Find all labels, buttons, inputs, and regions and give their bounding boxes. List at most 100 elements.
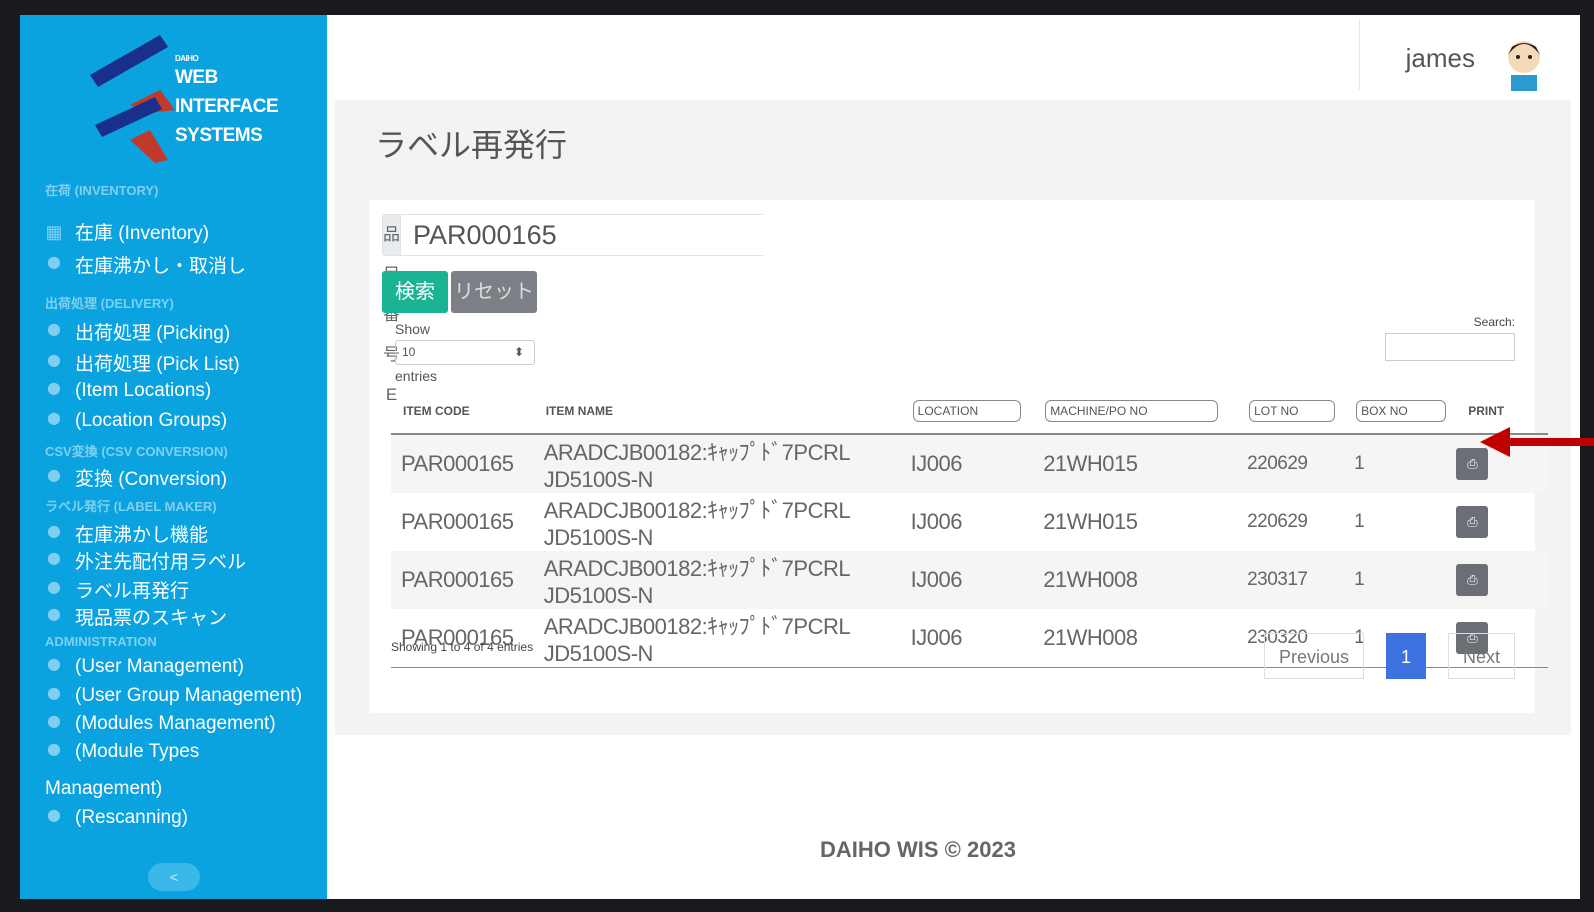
item-code-group: 品目番号E: [382, 214, 767, 404]
map-pin-icon: ⬤: [47, 467, 61, 482]
collapse-sidebar-button[interactable]: <: [148, 863, 200, 891]
sidebar-section-title: ADMINISTRATION: [45, 634, 157, 649]
sidebar-section-title: CSV変換 (CSV CONVERSION): [45, 444, 228, 459]
column-header[interactable]: LOCATION: [900, 388, 1034, 435]
sidebar-item-label: (User Group Management): [75, 685, 303, 706]
sidebar-item[interactable]: ⬤ (Item Locations): [45, 380, 211, 402]
table-cell: 21WH008: [1033, 551, 1238, 609]
column-header[interactable]: LOT NO: [1237, 388, 1345, 435]
page-title: ラベル再発行: [375, 127, 568, 163]
table-cell: 230317: [1237, 551, 1345, 609]
sidebar-item[interactable]: ⬤ (Location Groups): [45, 410, 227, 432]
column-header[interactable]: MACHINE/PO NO: [1033, 388, 1238, 435]
reset-button[interactable]: リセット: [451, 271, 537, 313]
table-row: PAR000165 ARADCJB00182:ｷｬｯﾌﾟﾄﾞ7PCRL JD510…: [391, 434, 1548, 493]
sidebar-item[interactable]: ⬤ 外注先配付用ラベル: [45, 547, 246, 574]
entries-length: Show 10 ⬍ entries: [395, 318, 535, 387]
table-cell: PAR000165: [391, 434, 534, 493]
table-cell: ARADCJB00182:ｷｬｯﾌﾟﾄﾞ7PCRL JD5100S-N: [543, 498, 850, 550]
sidebar-item-label: 外注先配付用ラベル: [75, 552, 247, 573]
table-cell: PAR000165: [391, 609, 534, 668]
column-header[interactable]: ITEM CODE: [391, 388, 534, 435]
sidebar-item[interactable]: ⬤ (User Group Management): [45, 685, 302, 707]
sidebar-item[interactable]: ⬤ 現品票のスキャン: [45, 603, 227, 630]
sidebar-item[interactable]: Management): [45, 778, 162, 800]
sidebar-item[interactable]: ⬤ ラベル再発行: [45, 576, 189, 603]
table-cell: IJ006: [900, 609, 1034, 668]
table-search-input[interactable]: [1385, 333, 1515, 361]
table-info: Showing 1 to 4 of 4 entries: [391, 640, 534, 654]
sidebar-item-label: Management): [45, 778, 163, 799]
table-cell: IJ006: [910, 509, 963, 534]
map-pin-icon: ⬤: [47, 381, 61, 395]
sidebar-item-label: (Item Locations): [75, 380, 212, 401]
table-row: PAR000165 ARADCJB00182:ｷｬｯﾌﾟﾄﾞ7PCRL JD510…: [391, 551, 1548, 609]
top-bar: james: [327, 15, 1580, 93]
table-cell: IJ006: [900, 434, 1034, 493]
table-cell: ARADCJB00182:ｷｬｯﾌﾟﾄﾞ7PCRL JD5100S-N: [533, 609, 901, 668]
sidebar-item-label: 変換 (Conversion): [75, 469, 228, 490]
column-filter-input[interactable]: MACHINE/PO NO: [1045, 399, 1218, 422]
column-header[interactable]: BOX NO: [1344, 388, 1457, 435]
sidebar-item-label: 出荷処理 (Picking): [75, 323, 231, 344]
sidebar-item[interactable]: ⬤ (Rescanning): [45, 807, 188, 829]
table-cell: 21WH015: [1033, 434, 1238, 493]
page-1-button[interactable]: 1: [1385, 633, 1426, 679]
sidebar-section-title: 出荷処理 (DELIVERY): [45, 296, 174, 311]
sidebar-item-label: (Rescanning): [75, 807, 188, 828]
table-cell: 21WH015: [1043, 509, 1138, 534]
sidebar-item[interactable]: ⬤ 出荷処理 (Picking): [45, 318, 230, 345]
logo-text: DAIHO WEB INTERFACE SYSTEMS: [175, 54, 279, 147]
results-table: ITEM CODE ITEM NAME LOCATION MACHINE/PO NO L…: [391, 388, 1548, 668]
sidebar-item-label: 在庫沸かし機能: [75, 525, 209, 546]
table-cell: ⎙: [1456, 493, 1548, 551]
table-cell: ARADCJB00182:ｷｬｯﾌﾟﾄﾞ7PCRL JD5100S-N: [533, 551, 901, 609]
item-code-input[interactable]: [401, 215, 767, 255]
map-pin-icon: ⬤: [47, 579, 61, 594]
warehouse-icon: ▦: [45, 221, 63, 242]
print-icon[interactable]: ⎙: [1456, 506, 1489, 538]
sidebar-item-label: 現品票のスキャン: [75, 608, 228, 629]
annotation-arrow-icon: [1480, 427, 1594, 457]
entries-select[interactable]: 10 ⬍: [395, 340, 535, 365]
map-pin-icon: ⬤: [47, 254, 61, 269]
footer: DAIHO WIS © 2023: [820, 837, 1016, 862]
sidebar-item[interactable]: ⬤ 変換 (Conversion): [45, 464, 227, 491]
sidebar-item[interactable]: ⬤ 在庫沸かし機能: [45, 520, 208, 547]
column-header-label: ITEM NAME: [545, 403, 614, 418]
column-filter-input[interactable]: LOCATION: [912, 399, 1022, 422]
map-pin-icon: ⬤: [47, 352, 61, 367]
next-page-button[interactable]: Next: [1447, 633, 1515, 679]
table-cell: PAR000165: [391, 551, 534, 609]
sidebar-item[interactable]: ⬤ (Modules Management): [45, 713, 276, 735]
sidebar-item[interactable]: ⬤ (User Management): [45, 656, 244, 678]
column-filter-input[interactable]: BOX NO: [1356, 399, 1447, 422]
table-cell: 220629: [1237, 434, 1345, 493]
sidebar-item-label: 在庫沸かし・取消し: [75, 256, 247, 277]
sidebar-item-label: (Modules Management): [75, 713, 276, 734]
sidebar-item[interactable]: ⬤ 在庫沸かし・取消し: [45, 251, 246, 278]
map-pin-icon: ⬤: [47, 686, 61, 700]
column-header-label: PRINT: [1468, 403, 1505, 418]
table-cell: 1: [1354, 511, 1365, 532]
username[interactable]: james: [1406, 43, 1475, 74]
sidebar-item[interactable]: ⬤ (Module Types: [45, 741, 199, 763]
column-filter-input[interactable]: LOT NO: [1249, 399, 1335, 422]
table-cell: 21WH008: [1033, 609, 1238, 668]
sidebar-item-label: 在庫 (Inventory): [75, 223, 210, 244]
table-cell: ARADCJB00182:ｷｬｯﾌﾟﾄﾞ7PCRL JD5100S-N: [533, 434, 901, 493]
previous-page-button[interactable]: Previous: [1263, 633, 1364, 679]
sidebar-item-label: ラベル再発行: [75, 581, 190, 602]
main-content: ラベル再発行 品目番号E 検索 リセット Show 10⬍ entries Se…: [335, 100, 1571, 735]
column-header-label: ITEM CODE: [403, 403, 470, 418]
search-button[interactable]: 検索: [382, 271, 448, 313]
sidebar-item[interactable]: ▦ 在庫 (Inventory): [45, 218, 209, 245]
avatar[interactable]: [1503, 35, 1545, 91]
sidebar-item[interactable]: ⬤ 出荷処理 (Pick List): [45, 349, 240, 376]
print-icon[interactable]: ⎙: [1456, 564, 1489, 596]
column-header[interactable]: ITEM NAME: [533, 388, 901, 435]
table-cell: PAR000165: [401, 509, 514, 534]
pagination: Previous 1 Next: [1263, 633, 1515, 679]
sidebar-section-title: 在荷 (INVENTORY): [45, 183, 159, 198]
sidebar-item-label: 出荷処理 (Pick List): [75, 354, 240, 375]
